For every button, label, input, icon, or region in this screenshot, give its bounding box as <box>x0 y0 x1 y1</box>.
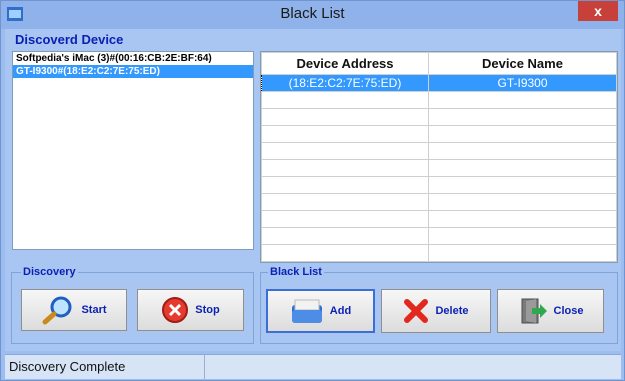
table-row[interactable] <box>261 193 617 211</box>
stop-icon <box>162 297 189 323</box>
table-row[interactable] <box>261 244 617 262</box>
delete-button-label: Delete <box>435 305 469 317</box>
status-text: Discovery Complete <box>5 355 205 379</box>
exit-door-icon <box>521 298 547 324</box>
delete-button[interactable]: Delete <box>381 289 491 333</box>
black-list-window: Black List x Discoverd Device Softpedia'… <box>0 0 625 381</box>
table-cell-address[interactable]: (18:E2:C2:7E:75:ED) <box>261 74 429 92</box>
magnifier-icon <box>42 296 72 325</box>
table-row[interactable] <box>261 176 617 194</box>
black-list-group-label: Black List <box>268 266 324 278</box>
window-title: Black List <box>280 5 345 22</box>
table-row[interactable] <box>261 108 617 126</box>
stop-button[interactable]: Stop <box>137 289 244 331</box>
table-row[interactable] <box>261 142 617 160</box>
table-row[interactable] <box>261 227 617 245</box>
folder-icon <box>291 299 322 323</box>
discovered-device-label: Discoverd Device <box>15 32 124 47</box>
column-header-device-address[interactable]: Device Address <box>261 52 429 75</box>
close-button-label: Close <box>553 305 584 317</box>
status-bar: Discovery Complete <box>5 354 621 379</box>
list-item[interactable]: Softpedia's iMac (3)#(00:16:CB:2E:BF:64) <box>13 52 253 65</box>
table-row[interactable] <box>261 159 617 177</box>
start-button-label: Start <box>81 304 107 316</box>
add-button-label: Add <box>329 305 352 317</box>
stop-button-label: Stop <box>195 304 220 316</box>
discovered-device-list[interactable]: Softpedia's iMac (3)#(00:16:CB:2E:BF:64)… <box>12 51 254 250</box>
close-button[interactable]: Close <box>497 289 604 333</box>
add-button[interactable]: Add <box>266 289 375 333</box>
table-cell-name[interactable]: GT-I9300 <box>428 74 617 92</box>
column-header-device-name[interactable]: Device Name <box>428 52 617 75</box>
delete-x-icon <box>404 299 429 323</box>
title-bar: Black List x <box>1 1 624 29</box>
start-button[interactable]: Start <box>21 289 127 331</box>
table-row[interactable] <box>261 91 617 109</box>
discovery-group-label: Discovery <box>21 266 78 278</box>
black-list-table[interactable]: Device Address Device Name (18:E2:C2:7E:… <box>260 51 618 263</box>
list-item[interactable]: GT-I9300#(18:E2:C2:7E:75:ED) <box>13 65 253 78</box>
table-row[interactable]: (18:E2:C2:7E:75:ED) GT-I9300 <box>261 74 617 92</box>
table-row[interactable] <box>261 125 617 143</box>
table-row[interactable] <box>261 210 617 228</box>
window-close-button[interactable]: x <box>578 1 618 21</box>
